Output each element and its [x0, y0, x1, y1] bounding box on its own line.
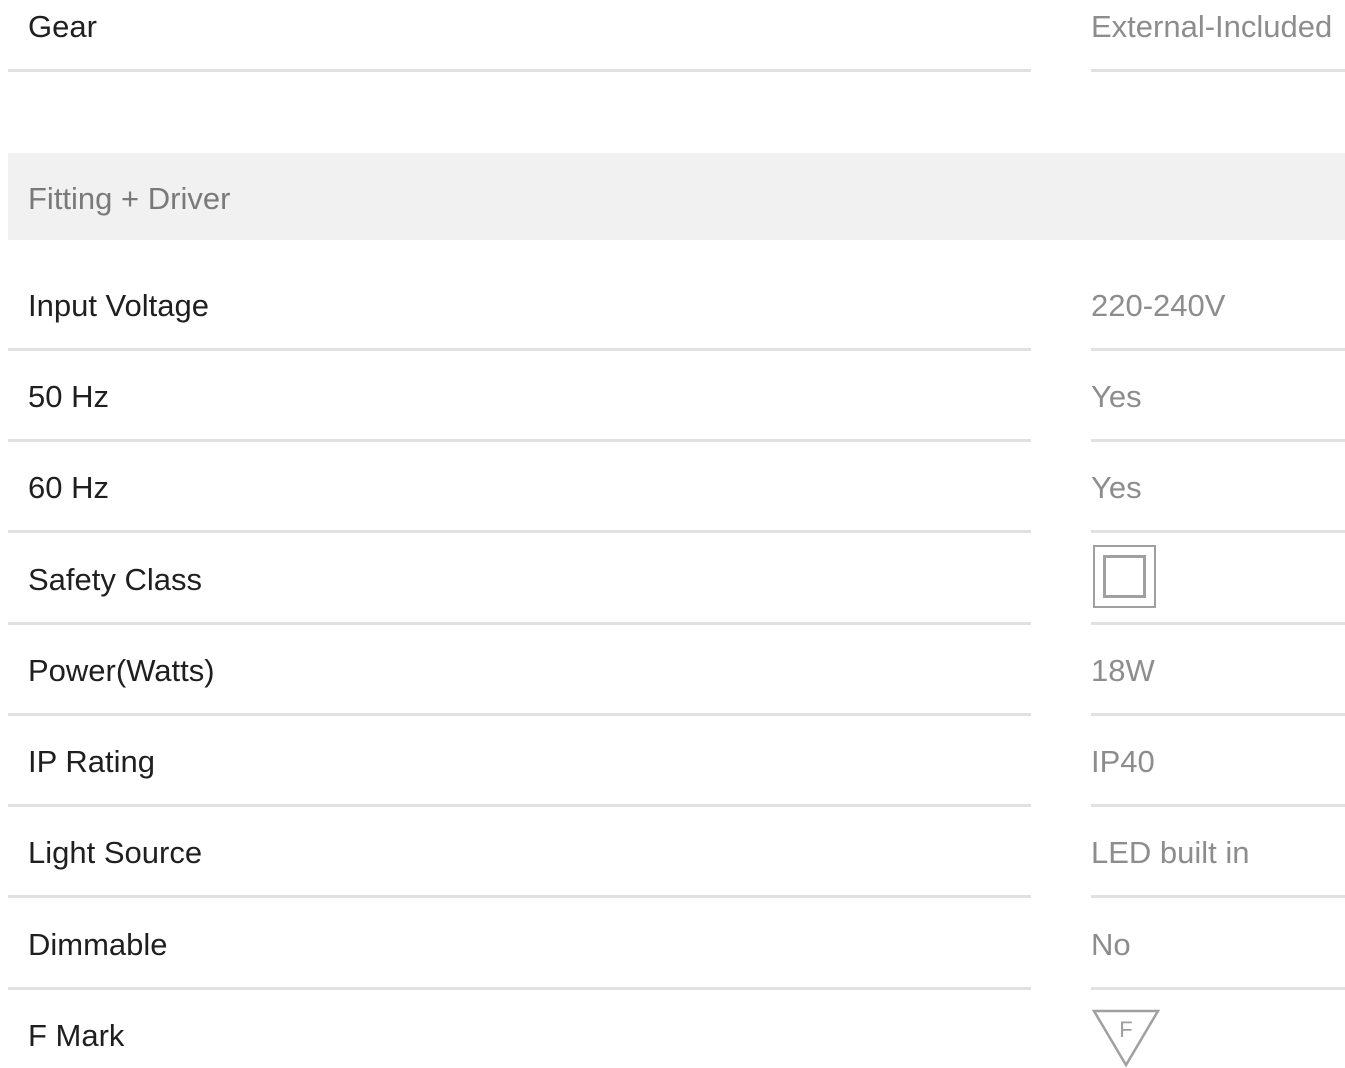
spec-label: 60 Hz: [28, 470, 109, 505]
row-divider-left: [8, 895, 1031, 898]
spec-value: No: [1091, 927, 1131, 962]
spec-value: Yes: [1091, 379, 1142, 414]
spec-row-dimmable: Dimmable No: [8, 899, 1345, 990]
spec-value: 220-240V: [1091, 288, 1226, 323]
spec-value: External-Included: [1091, 9, 1333, 44]
spec-row-50hz: 50 Hz Yes: [8, 351, 1345, 442]
spec-row-power: Power(Watts) 18W: [8, 625, 1345, 716]
spec-label: 50 Hz: [28, 379, 109, 414]
spec-row-gear: Gear External-Included: [8, 0, 1345, 72]
section-header-fitting-driver: Fitting + Driver: [8, 153, 1345, 240]
spec-label: Safety Class: [28, 562, 203, 597]
spec-row-f-mark: F Mark F: [8, 990, 1345, 1068]
double-square-class-ii-icon: [1093, 545, 1156, 608]
spec-row-light-source: Light Source LED built in: [8, 807, 1345, 898]
row-divider-left: [8, 69, 1031, 72]
spec-label: Dimmable: [28, 927, 168, 962]
spec-row-input-voltage: Input Voltage 220-240V: [8, 260, 1345, 351]
row-divider-left: [8, 530, 1031, 533]
row-divider-right: [1091, 530, 1345, 533]
spec-row-safety-class: Safety Class: [8, 534, 1345, 625]
double-square-inner: [1103, 555, 1146, 598]
section-title: Fitting + Driver: [28, 181, 231, 216]
spec-label: Input Voltage: [28, 288, 209, 323]
spec-value: 18W: [1091, 653, 1155, 688]
f-mark-letter: F: [1119, 1017, 1132, 1042]
spec-label: Light Source: [28, 835, 203, 870]
spec-value: IP40: [1091, 744, 1155, 779]
spec-row-60hz: 60 Hz Yes: [8, 442, 1345, 533]
f-mark-triangle-icon: F: [1091, 1009, 1161, 1068]
spec-label: F Mark: [28, 1018, 125, 1053]
row-divider-right: [1091, 895, 1345, 898]
spec-value: Yes: [1091, 470, 1142, 505]
spec-label: Gear: [28, 9, 97, 44]
spec-label: IP Rating: [28, 744, 155, 779]
row-divider-right: [1091, 69, 1345, 72]
spec-label: Power(Watts): [28, 653, 215, 688]
spec-table: Gear External-Included Fitting + Driver …: [0, 0, 1345, 1068]
spec-value: LED built in: [1091, 835, 1250, 870]
spec-row-ip-rating: IP Rating IP40: [8, 716, 1345, 807]
